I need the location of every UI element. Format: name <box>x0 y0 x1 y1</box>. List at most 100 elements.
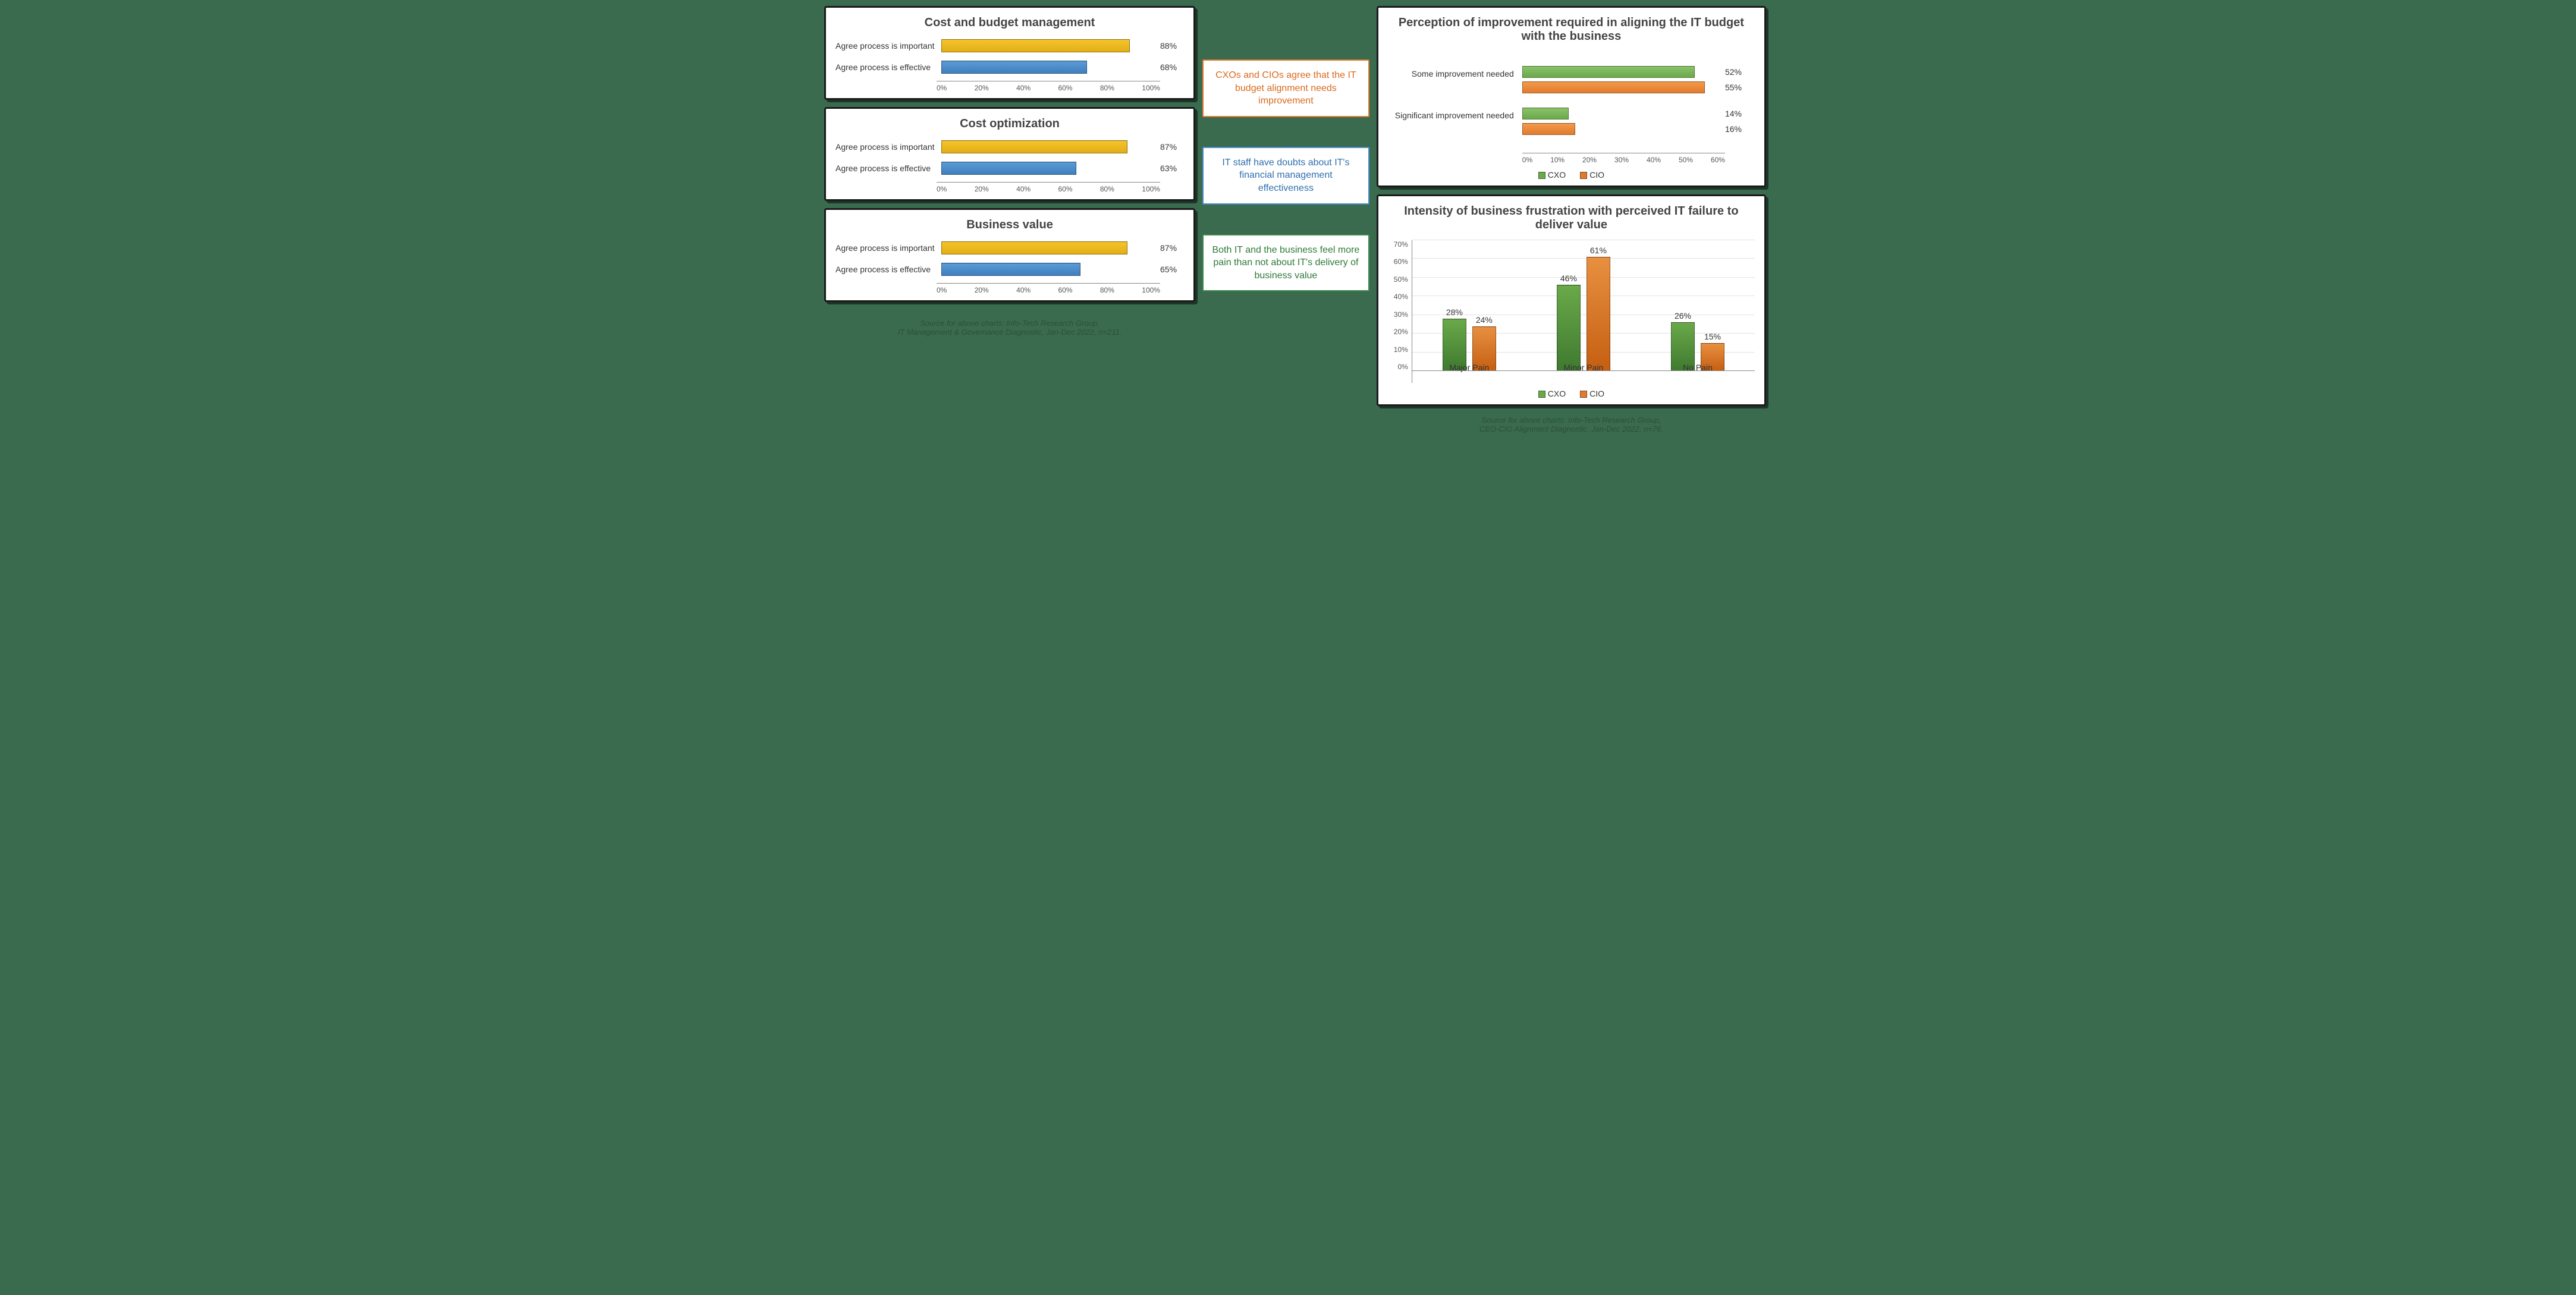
axis-tick: 0% <box>1388 363 1408 371</box>
column-group: 46%61%Minor Pain <box>1532 240 1635 371</box>
axis-tick: 0% <box>1522 156 1532 164</box>
bar-value: 65% <box>1160 265 1184 274</box>
axis-tick: 0% <box>937 185 947 193</box>
callout-box: IT staff have doubts about IT's financia… <box>1202 147 1369 205</box>
bar-label: Agree process is effective <box>835 62 937 72</box>
bar-track <box>941 162 1155 175</box>
x-axis: 0%20%40%60%80%100% <box>937 182 1160 193</box>
bar-value: 24% <box>1476 315 1493 325</box>
axis-tick: 40% <box>1016 286 1031 294</box>
x-axis: 0% 20% 40% 60% 80% 100% <box>937 283 1160 294</box>
axis-tick: 80% <box>1100 84 1114 92</box>
bar-label: Agree process is important <box>835 142 937 152</box>
axis-tick: 80% <box>1100 185 1114 193</box>
category-label: No Pain <box>1647 363 1749 372</box>
bar-value: 15% <box>1704 332 1721 341</box>
bar-value: 88% <box>1160 41 1184 51</box>
bar-fill <box>941 263 1080 276</box>
legend-item: CXO <box>1538 389 1566 398</box>
axis-tick: 60% <box>1711 156 1725 164</box>
bar-group: Some improvement needed 52% 55% <box>1388 66 1755 93</box>
legend-swatch <box>1538 391 1545 398</box>
bar-value: 55% <box>1725 83 1755 92</box>
axis-tick: 20% <box>1388 328 1408 336</box>
callout-box: CXOs and CIOs agree that the IT budget a… <box>1202 59 1369 117</box>
right-column: Perception of improvement required in al… <box>1377 6 1766 433</box>
middle-column: CXOs and CIOs agree that the IT budget a… <box>1202 6 1369 314</box>
legend-swatch <box>1538 172 1545 179</box>
column-bar: 61% <box>1587 257 1610 371</box>
column-bar: 46% <box>1557 285 1581 371</box>
y-axis: 0%10%20%30%40%50%60%70% <box>1388 240 1412 383</box>
bar-value: 87% <box>1160 243 1184 253</box>
bar-value: 63% <box>1160 164 1184 173</box>
category-label: Significant improvement needed <box>1388 111 1519 120</box>
bar-value: 46% <box>1560 274 1577 283</box>
legend-item: CIO <box>1580 389 1604 398</box>
x-axis: 0%20%40%60%80%100% <box>937 81 1160 92</box>
chart-budget-alignment: Perception of improvement required in al… <box>1377 6 1766 187</box>
axis-tick: 40% <box>1016 84 1031 92</box>
axis-tick: 20% <box>1582 156 1597 164</box>
bar-value: 28% <box>1446 307 1463 317</box>
source-text: Source for above charts: Info-Tech Resea… <box>920 319 1099 328</box>
bar-track <box>941 241 1155 254</box>
axis-tick: 20% <box>975 286 989 294</box>
chart-title: Business value <box>835 218 1184 232</box>
axis-tick: 10% <box>1550 156 1565 164</box>
axis-tick: 40% <box>1016 185 1031 193</box>
right-source: Source for above charts: Info-Tech Resea… <box>1377 416 1766 433</box>
axis-tick: 80% <box>1100 286 1114 294</box>
bar-fill <box>941 162 1076 175</box>
chart-panel: Business value Agree process is important… <box>824 208 1195 302</box>
axis-tick: 100% <box>1142 84 1160 92</box>
axis-tick: 100% <box>1142 286 1160 294</box>
category-label: Minor Pain <box>1532 363 1635 372</box>
bar-track <box>941 140 1155 153</box>
legend-swatch <box>1580 391 1587 398</box>
chart-frustration-intensity: Intensity of business frustration with p… <box>1377 194 1766 406</box>
legend-item: CIO <box>1580 170 1604 180</box>
bar-label: Agree process is important <box>835 41 937 51</box>
x-axis: 0%10%20%30%40%50%60% <box>1522 153 1725 164</box>
bar-group: Significant improvement needed14%16% <box>1388 108 1755 135</box>
bar-value: 52% <box>1725 67 1755 77</box>
axis-tick: 60% <box>1388 257 1408 266</box>
bar-value: 61% <box>1590 246 1607 255</box>
bar-row: Agree process is important87% <box>835 240 1184 256</box>
bar-fill <box>1522 123 1575 135</box>
axis-tick: 0% <box>937 286 947 294</box>
column-group: 26% 15% No Pain <box>1647 240 1749 371</box>
axis-tick: 60% <box>1058 84 1072 92</box>
axis-tick: 100% <box>1142 185 1160 193</box>
bar-fill <box>941 39 1130 52</box>
bar-track <box>941 39 1155 52</box>
column-group: 28%24%Major Pain <box>1418 240 1521 371</box>
chart-title: Perception of improvement required in al… <box>1388 16 1755 43</box>
bar-value: 14% <box>1725 109 1755 118</box>
category-label: Some improvement needed <box>1388 69 1519 78</box>
left-column: Cost and budget managementAgree process … <box>824 6 1195 337</box>
legend: CXOCIO <box>1388 170 1755 180</box>
axis-tick: 60% <box>1058 286 1072 294</box>
legend-swatch <box>1580 172 1587 179</box>
source-text: Source for above charts: Info-Tech Resea… <box>1482 416 1661 425</box>
bar-track <box>941 61 1155 74</box>
bar-fill <box>941 140 1127 153</box>
chart-title: Intensity of business frustration with p… <box>1388 205 1755 232</box>
source-text-2: CEO-CIO Alignment Diagnostic, Jan-Dec 20… <box>1479 425 1663 433</box>
axis-tick: 40% <box>1647 156 1661 164</box>
axis-tick: 50% <box>1679 156 1693 164</box>
bar-fill <box>1522 108 1569 120</box>
chart-panel: Cost and budget managementAgree process … <box>824 6 1195 100</box>
chart-panel: Cost optimizationAgree process is import… <box>824 107 1195 201</box>
axis-tick: 30% <box>1388 310 1408 319</box>
bar-fill <box>1522 66 1695 78</box>
callout-box: Both IT and the business feel more pain … <box>1202 234 1369 292</box>
axis-tick: 20% <box>975 185 989 193</box>
bar-row: Agree process is effective68% <box>835 59 1184 75</box>
bar-value: 87% <box>1160 142 1184 152</box>
bar-track <box>941 263 1155 276</box>
bar-fill <box>941 241 1127 254</box>
bar-value: 26% <box>1675 311 1691 320</box>
